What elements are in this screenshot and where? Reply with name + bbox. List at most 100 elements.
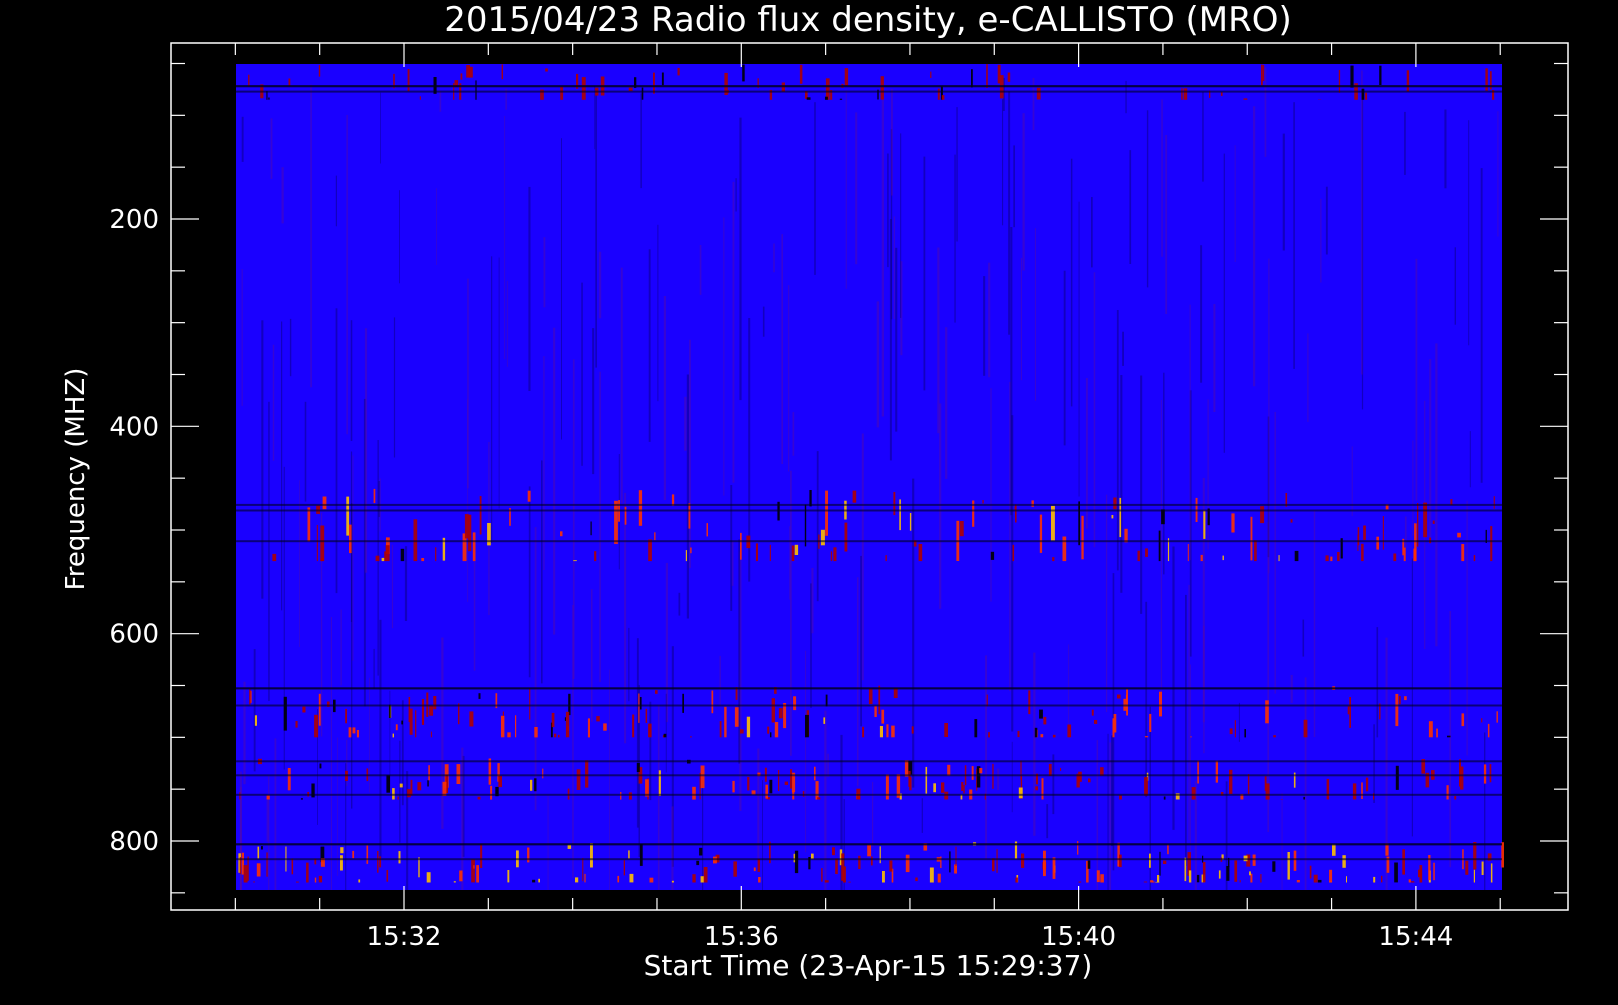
streak (983, 276, 985, 376)
intensity-mark (357, 730, 359, 737)
intensity-mark (979, 768, 982, 773)
intensity-mark (880, 726, 883, 737)
intensity-mark (765, 785, 768, 799)
streak (1064, 271, 1066, 446)
intensity-mark (1402, 849, 1405, 874)
intensity-mark (1119, 498, 1121, 537)
intensity-mark (758, 877, 761, 883)
intensity-mark (1261, 65, 1263, 86)
streak (1185, 595, 1187, 866)
intensity-mark (1485, 68, 1487, 91)
intensity-mark (1144, 777, 1148, 796)
intensity-mark (767, 727, 769, 734)
intensity-mark (1157, 875, 1159, 883)
streak (440, 91, 442, 112)
intensity-mark (1474, 870, 1475, 883)
intensity-mark (552, 713, 555, 727)
intensity-mark (302, 707, 305, 713)
intensity-mark (267, 795, 270, 799)
intensity-mark (1043, 851, 1046, 876)
intensity-mark (1094, 720, 1097, 724)
intensity-mark (1260, 874, 1261, 882)
intensity-mark (296, 882, 299, 883)
intensity-mark (862, 727, 864, 738)
streak (1109, 742, 1111, 890)
intensity-mark (840, 99, 842, 100)
intensity-mark (346, 497, 349, 536)
intensity-mark (720, 721, 722, 737)
intensity-mark (1409, 879, 1411, 882)
intensity-mark (244, 865, 248, 882)
streak (1416, 259, 1418, 501)
intensity-mark (742, 65, 745, 82)
streak (689, 340, 691, 568)
intensity-mark (949, 851, 950, 872)
intensity-mark (1240, 880, 1241, 882)
intensity-mark (758, 859, 760, 872)
intensity-mark (1310, 866, 1312, 879)
dark-line (236, 705, 1502, 707)
intensity-mark (507, 732, 510, 737)
intensity-mark (1008, 73, 1011, 82)
intensity-mark (992, 764, 993, 789)
streak (1079, 202, 1080, 497)
intensity-mark (800, 65, 803, 84)
intensity-mark (528, 491, 531, 502)
intensity-mark (542, 769, 543, 779)
intensity-mark (747, 777, 749, 791)
streak (392, 545, 393, 628)
intensity-mark (353, 727, 356, 733)
intensity-mark (653, 73, 655, 94)
streak (1314, 511, 1315, 738)
intensity-mark (1433, 521, 1435, 524)
intensity-mark (560, 531, 563, 536)
streak (544, 237, 546, 307)
streak (872, 782, 873, 847)
intensity-mark (1393, 554, 1396, 562)
streak (732, 541, 734, 586)
intensity-mark (340, 855, 343, 870)
streak (956, 107, 957, 241)
streak (561, 138, 562, 439)
intensity-mark (640, 697, 642, 710)
intensity-mark (915, 878, 917, 882)
intensity-mark (1078, 501, 1080, 545)
intensity-mark (1272, 861, 1275, 872)
intensity-mark (988, 732, 990, 737)
intensity-mark (314, 715, 318, 738)
streak (499, 258, 500, 509)
intensity-mark (814, 767, 816, 781)
intensity-mark (909, 777, 911, 790)
intensity-mark (1088, 779, 1091, 783)
intensity-mark (473, 532, 476, 561)
intensity-mark (1041, 734, 1044, 737)
intensity-mark (476, 865, 479, 882)
dark-line (236, 760, 1502, 762)
intensity-mark (374, 489, 376, 503)
intensity-mark (319, 694, 321, 726)
streak (1404, 112, 1406, 175)
intensity-mark (590, 843, 593, 868)
intensity-mark (632, 715, 634, 738)
intensity-mark (479, 693, 481, 699)
streak (1208, 400, 1209, 550)
intensity-mark (288, 768, 291, 790)
streak (405, 546, 407, 621)
streak (954, 155, 955, 323)
streak (1373, 724, 1375, 803)
dark-line (236, 85, 1502, 87)
intensity-mark (272, 554, 276, 561)
intensity-mark (1329, 870, 1332, 883)
intensity-mark (458, 703, 459, 724)
streak (1129, 150, 1131, 264)
intensity-mark (1042, 778, 1044, 799)
intensity-mark (1361, 782, 1363, 799)
intensity-mark (986, 64, 988, 88)
intensity-mark (1063, 537, 1067, 562)
streak (684, 397, 686, 451)
intensity-mark (1223, 556, 1224, 561)
intensity-mark (1266, 783, 1270, 799)
intensity-mark (1015, 878, 1018, 883)
streak (271, 118, 273, 178)
intensity-mark (427, 872, 431, 882)
